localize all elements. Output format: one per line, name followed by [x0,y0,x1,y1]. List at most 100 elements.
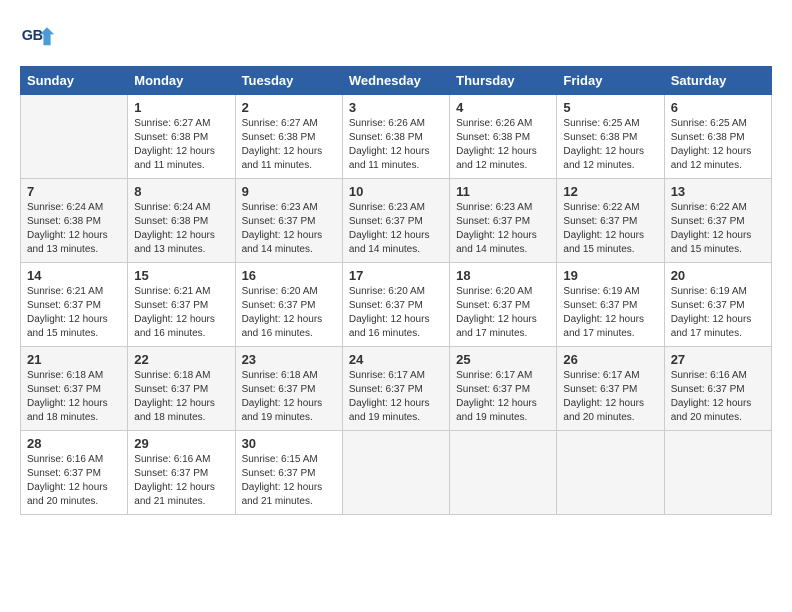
day-number: 26 [563,352,657,367]
calendar-cell [557,431,664,515]
day-info: Sunrise: 6:17 AM Sunset: 6:37 PM Dayligh… [563,369,657,425]
day-header-sunday: Sunday [21,67,128,95]
day-number: 12 [563,184,657,199]
day-number: 21 [27,352,121,367]
day-info: Sunrise: 6:23 AM Sunset: 6:37 PM Dayligh… [349,201,443,257]
day-info: Sunrise: 6:16 AM Sunset: 6:37 PM Dayligh… [27,453,121,509]
day-info: Sunrise: 6:23 AM Sunset: 6:37 PM Dayligh… [456,201,550,257]
day-info: Sunrise: 6:22 AM Sunset: 6:37 PM Dayligh… [671,201,765,257]
calendar-body: 1 Sunrise: 6:27 AM Sunset: 6:38 PM Daylig… [21,95,772,515]
calendar-cell [450,431,557,515]
day-info: Sunrise: 6:16 AM Sunset: 6:37 PM Dayligh… [134,453,228,509]
day-info: Sunrise: 6:20 AM Sunset: 6:37 PM Dayligh… [242,285,336,341]
calendar-cell: 25 Sunrise: 6:17 AM Sunset: 6:37 PM Dayli… [450,347,557,431]
calendar-cell: 22 Sunrise: 6:18 AM Sunset: 6:37 PM Dayli… [128,347,235,431]
calendar-table: SundayMondayTuesdayWednesdayThursdayFrid… [20,66,772,515]
day-number: 10 [349,184,443,199]
calendar-cell: 6Sunrise: 6:25 AM Sunset: 6:38 PM Daylig… [664,95,771,179]
day-info: Sunrise: 6:27 AM Sunset: 6:38 PM Dayligh… [134,117,228,173]
day-number: 17 [349,268,443,283]
day-number: 24 [349,352,443,367]
day-number: 19 [563,268,657,283]
day-number: 9 [242,184,336,199]
calendar-cell: 30 Sunrise: 6:15 AM Sunset: 6:37 PM Dayli… [235,431,342,515]
day-number: 18 [456,268,550,283]
day-info: Sunrise: 6:17 AM Sunset: 6:37 PM Dayligh… [456,369,550,425]
calendar-cell: 15 Sunrise: 6:21 AM Sunset: 6:37 PM Dayli… [128,263,235,347]
calendar-cell: 17 Sunrise: 6:20 AM Sunset: 6:37 PM Dayli… [342,263,449,347]
day-info: Sunrise: 6:19 AM Sunset: 6:37 PM Dayligh… [671,285,765,341]
day-info: Sunrise: 6:18 AM Sunset: 6:37 PM Dayligh… [27,369,121,425]
svg-text:B: B [33,28,43,44]
calendar-cell: 29 Sunrise: 6:16 AM Sunset: 6:37 PM Dayli… [128,431,235,515]
day-number: 25 [456,352,550,367]
day-number: 28 [27,436,121,451]
calendar-cell: 3Sunrise: 6:26 AM Sunset: 6:38 PM Daylig… [342,95,449,179]
calendar-cell: 27 Sunrise: 6:16 AM Sunset: 6:37 PM Dayli… [664,347,771,431]
day-info: Sunrise: 6:23 AM Sunset: 6:37 PM Dayligh… [242,201,336,257]
day-info: Sunrise: 6:26 AM Sunset: 6:38 PM Dayligh… [349,117,443,173]
calendar-cell [664,431,771,515]
calendar-cell: 13 Sunrise: 6:22 AM Sunset: 6:37 PM Dayli… [664,179,771,263]
day-info: Sunrise: 6:27 AM Sunset: 6:38 PM Dayligh… [242,117,336,173]
day-info: Sunrise: 6:20 AM Sunset: 6:37 PM Dayligh… [456,285,550,341]
calendar-week-5: 28 Sunrise: 6:16 AM Sunset: 6:37 PM Dayli… [21,431,772,515]
day-number: 16 [242,268,336,283]
calendar-cell: 19 Sunrise: 6:19 AM Sunset: 6:37 PM Dayli… [557,263,664,347]
calendar-cell: 28 Sunrise: 6:16 AM Sunset: 6:37 PM Dayli… [21,431,128,515]
calendar-cell: 7Sunrise: 6:24 AM Sunset: 6:38 PM Daylig… [21,179,128,263]
calendar-cell: 21 Sunrise: 6:18 AM Sunset: 6:37 PM Dayli… [21,347,128,431]
day-number: 23 [242,352,336,367]
logo: G B [20,20,60,56]
day-number: 1 [134,100,228,115]
svg-text:G: G [22,28,33,44]
calendar-cell: 9 Sunrise: 6:23 AM Sunset: 6:37 PM Daylig… [235,179,342,263]
day-info: Sunrise: 6:20 AM Sunset: 6:37 PM Dayligh… [349,285,443,341]
day-info: Sunrise: 6:24 AM Sunset: 6:38 PM Dayligh… [134,201,228,257]
calendar-cell: 1 Sunrise: 6:27 AM Sunset: 6:38 PM Daylig… [128,95,235,179]
day-number: 11 [456,184,550,199]
day-info: Sunrise: 6:15 AM Sunset: 6:37 PM Dayligh… [242,453,336,509]
calendar-header-row: SundayMondayTuesdayWednesdayThursdayFrid… [21,67,772,95]
day-info: Sunrise: 6:26 AM Sunset: 6:38 PM Dayligh… [456,117,550,173]
day-number: 29 [134,436,228,451]
logo-icon: G B [20,20,56,56]
day-info: Sunrise: 6:22 AM Sunset: 6:37 PM Dayligh… [563,201,657,257]
day-header-tuesday: Tuesday [235,67,342,95]
calendar-cell: 8 Sunrise: 6:24 AM Sunset: 6:38 PM Daylig… [128,179,235,263]
day-number: 4 [456,100,550,115]
calendar-cell: 16 Sunrise: 6:20 AM Sunset: 6:37 PM Dayli… [235,263,342,347]
day-number: 27 [671,352,765,367]
day-info: Sunrise: 6:18 AM Sunset: 6:37 PM Dayligh… [242,369,336,425]
calendar-cell: 11 Sunrise: 6:23 AM Sunset: 6:37 PM Dayli… [450,179,557,263]
calendar-cell: 20Sunrise: 6:19 AM Sunset: 6:37 PM Dayli… [664,263,771,347]
day-info: Sunrise: 6:21 AM Sunset: 6:37 PM Dayligh… [134,285,228,341]
calendar-week-3: 14 Sunrise: 6:21 AM Sunset: 6:37 PM Dayli… [21,263,772,347]
day-header-thursday: Thursday [450,67,557,95]
day-info: Sunrise: 6:25 AM Sunset: 6:38 PM Dayligh… [671,117,765,173]
calendar-cell: 18 Sunrise: 6:20 AM Sunset: 6:37 PM Dayli… [450,263,557,347]
calendar-cell: 24Sunrise: 6:17 AM Sunset: 6:37 PM Dayli… [342,347,449,431]
day-info: Sunrise: 6:16 AM Sunset: 6:37 PM Dayligh… [671,369,765,425]
day-number: 13 [671,184,765,199]
calendar-cell: 14Sunrise: 6:21 AM Sunset: 6:37 PM Dayli… [21,263,128,347]
calendar-cell: 4 Sunrise: 6:26 AM Sunset: 6:38 PM Daylig… [450,95,557,179]
calendar-cell: 10 Sunrise: 6:23 AM Sunset: 6:37 PM Dayli… [342,179,449,263]
day-info: Sunrise: 6:25 AM Sunset: 6:38 PM Dayligh… [563,117,657,173]
calendar-week-4: 21 Sunrise: 6:18 AM Sunset: 6:37 PM Dayli… [21,347,772,431]
calendar-cell: 5 Sunrise: 6:25 AM Sunset: 6:38 PM Daylig… [557,95,664,179]
day-number: 8 [134,184,228,199]
day-number: 22 [134,352,228,367]
day-number: 5 [563,100,657,115]
day-header-monday: Monday [128,67,235,95]
day-number: 15 [134,268,228,283]
calendar-week-1: 1 Sunrise: 6:27 AM Sunset: 6:38 PM Daylig… [21,95,772,179]
calendar-week-2: 7 Sunrise: 6:24 AM Sunset: 6:38 PM Daylig… [21,179,772,263]
day-info: Sunrise: 6:19 AM Sunset: 6:37 PM Dayligh… [563,285,657,341]
day-number: 30 [242,436,336,451]
calendar-cell: 2Sunrise: 6:27 AM Sunset: 6:38 PM Daylig… [235,95,342,179]
day-info: Sunrise: 6:18 AM Sunset: 6:37 PM Dayligh… [134,369,228,425]
day-number: 7 [27,184,121,199]
day-number: 14 [27,268,121,283]
calendar-cell [21,95,128,179]
